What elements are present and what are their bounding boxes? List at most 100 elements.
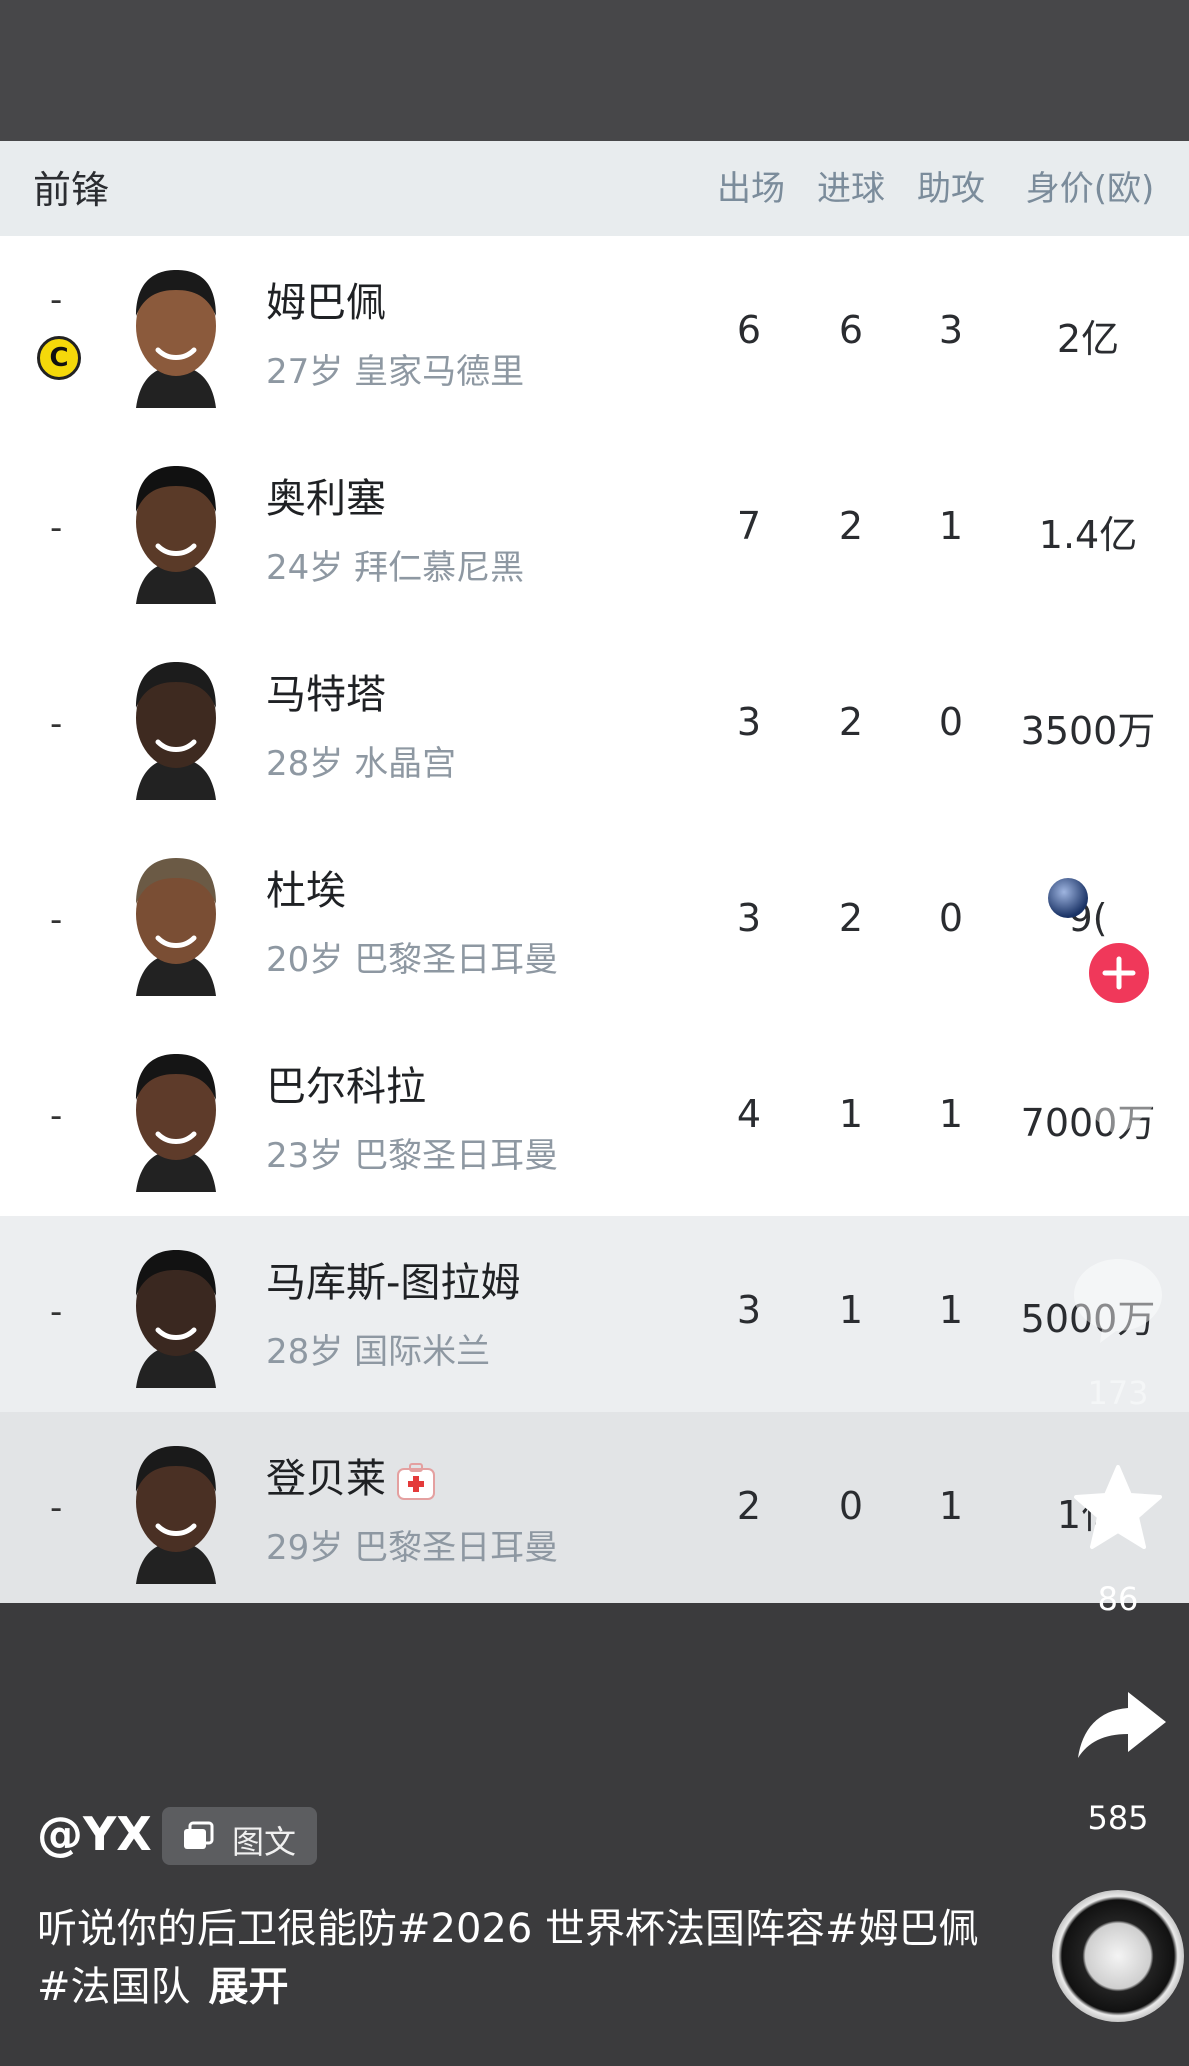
assists-value: 0 xyxy=(938,700,964,744)
top-status-area xyxy=(0,0,1189,141)
music-disc-avatar[interactable] xyxy=(1052,1890,1184,2022)
player-age: 24岁 xyxy=(266,548,344,588)
expand-link[interactable]: 展开 xyxy=(209,1964,289,2010)
goals-value: 2 xyxy=(838,700,864,744)
player-age-club: 28岁 国际米兰 xyxy=(266,1324,490,1373)
assists-value: 1 xyxy=(938,1092,964,1136)
player-age-club: 28岁 水晶宫 xyxy=(266,736,456,785)
player-age: 20岁 xyxy=(266,940,344,980)
player-club: 巴黎圣日耳曼 xyxy=(354,1528,559,1568)
goals-value: 2 xyxy=(838,896,864,940)
player-avatar xyxy=(136,1446,216,1584)
col-assists: 助攻 xyxy=(917,169,985,209)
player-age: 29岁 xyxy=(266,1528,344,1568)
table-row[interactable]: - C 姆巴佩 27岁 皇家马德里 6 6 3 2亿 xyxy=(0,236,1189,434)
apps-value: 3 xyxy=(736,896,762,940)
position-title: 前锋 xyxy=(33,168,110,212)
like-count: 968 xyxy=(1087,1168,1149,1206)
apps-value: 3 xyxy=(736,700,762,744)
assists-value: 0 xyxy=(938,896,964,940)
rank-dash: - xyxy=(50,704,63,744)
col-value: 身价(欧) xyxy=(1025,169,1155,209)
player-name: 马库斯-图拉姆 xyxy=(266,1260,521,1306)
goals-value: 1 xyxy=(838,1288,864,1332)
table-row[interactable]: - 杜埃 20岁 巴黎圣日耳曼 3 2 0 9( xyxy=(0,824,1189,1022)
player-age-club: 27岁 皇家马德里 xyxy=(266,344,524,393)
player-club: 巴黎圣日耳曼 xyxy=(354,940,559,980)
player-name: 杜埃 xyxy=(266,868,346,914)
assists-value: 1 xyxy=(938,1484,964,1528)
rank-dash: - xyxy=(50,1096,63,1136)
rank-dash: - xyxy=(50,280,63,320)
like-heart-icon[interactable] xyxy=(1068,1055,1168,1145)
post-type-label: 图文 xyxy=(232,1823,297,1861)
player-age-club: 24岁 拜仁慕尼黑 xyxy=(266,540,524,589)
table-header: 前锋 出场 进球 助攻 身价(欧) xyxy=(0,141,1189,236)
player-club: 水晶宫 xyxy=(354,744,457,784)
table-row[interactable]: - 登贝莱 29岁 巴黎圣日耳曼 2 0 1 1亿 xyxy=(0,1412,1189,1610)
player-age: 28岁 xyxy=(266,1332,344,1372)
player-name: 奥利塞 xyxy=(266,476,386,522)
player-name: 登贝莱 xyxy=(266,1446,436,1504)
goals-value: 2 xyxy=(838,504,864,548)
player-age-club: 23岁 巴黎圣日耳曼 xyxy=(266,1128,558,1177)
injury-medkit-icon xyxy=(397,1463,435,1500)
apps-value: 7 xyxy=(736,504,762,548)
player-club: 巴黎圣日耳曼 xyxy=(354,1136,559,1176)
author-handle[interactable]: @YX xyxy=(37,1807,152,1861)
comment-icon[interactable] xyxy=(1070,1255,1166,1345)
player-club: 国际米兰 xyxy=(354,1332,491,1372)
apps-value: 3 xyxy=(736,1288,762,1332)
plus-icon xyxy=(1102,956,1136,990)
creator-avatar[interactable] xyxy=(1048,878,1088,918)
market-value: 2亿 xyxy=(1056,317,1120,361)
apps-value: 6 xyxy=(736,308,762,352)
caption-text: 听说你的后卫很能防#2026 世界杯法国阵容#姆巴佩#法国队 xyxy=(37,1906,979,2010)
goals-value: 0 xyxy=(838,1484,864,1528)
apps-value: 4 xyxy=(736,1092,762,1136)
assists-value: 1 xyxy=(938,1288,964,1332)
player-name: 姆巴佩 xyxy=(266,280,386,326)
market-value: 3500万 xyxy=(1020,709,1156,753)
player-avatar xyxy=(136,270,216,408)
col-appearances: 出场 xyxy=(717,169,785,209)
player-club: 皇家马德里 xyxy=(354,352,525,392)
post-caption: 听说你的后卫很能防#2026 世界杯法国阵容#姆巴佩#法国队 展开 xyxy=(37,1900,997,2016)
comment-count: 173 xyxy=(1087,1374,1149,1412)
table-row[interactable]: - 奥利塞 24岁 拜仁慕尼黑 7 2 1 1.4亿 xyxy=(0,432,1189,630)
player-club: 拜仁慕尼黑 xyxy=(354,548,525,588)
col-goals: 进球 xyxy=(817,169,885,209)
table-row[interactable]: - 马特塔 28岁 水晶宫 3 2 0 3500万 xyxy=(0,628,1189,826)
captain-badge-icon: C xyxy=(37,336,81,380)
market-value: 9( xyxy=(1068,896,1108,940)
goals-value: 1 xyxy=(838,1092,864,1136)
favorite-star-icon[interactable] xyxy=(1070,1463,1166,1555)
player-avatar xyxy=(136,466,216,604)
player-age-club: 29岁 巴黎圣日耳曼 xyxy=(266,1520,558,1569)
image-text-icon xyxy=(184,1821,214,1849)
rank-dash: - xyxy=(50,1292,63,1332)
player-age: 23岁 xyxy=(266,1136,344,1176)
favorite-count: 86 xyxy=(1097,1580,1139,1618)
player-avatar xyxy=(136,1250,216,1388)
rank-dash: - xyxy=(50,1488,63,1528)
player-age: 27岁 xyxy=(266,352,344,392)
player-age: 28岁 xyxy=(266,744,344,784)
rank-dash: - xyxy=(50,508,63,548)
table-row[interactable]: - 巴尔科拉 23岁 巴黎圣日耳曼 4 1 1 7000万 xyxy=(0,1020,1189,1218)
share-arrow-icon[interactable] xyxy=(1074,1686,1170,1762)
rank-dash: - xyxy=(50,900,63,940)
player-name: 巴尔科拉 xyxy=(266,1064,426,1110)
share-count: 585 xyxy=(1087,1799,1149,1837)
player-avatar xyxy=(136,662,216,800)
apps-value: 2 xyxy=(736,1484,762,1528)
post-type-tag: 图文 xyxy=(162,1807,317,1865)
follow-button[interactable] xyxy=(1086,940,1152,1006)
assists-value: 1 xyxy=(938,504,964,548)
squad-table: 前锋 出场 进球 助攻 身价(欧) - C 姆巴佩 27岁 皇家马德里 6 6 3 2亿 - 奥利… xyxy=(0,141,1189,1610)
player-avatar xyxy=(136,1054,216,1192)
player-name: 马特塔 xyxy=(266,672,386,718)
table-row[interactable]: -马库斯-图拉姆28岁 国际米兰3115000万 xyxy=(0,1216,1189,1414)
player-age-club: 20岁 巴黎圣日耳曼 xyxy=(266,932,558,981)
assists-value: 3 xyxy=(938,308,964,352)
